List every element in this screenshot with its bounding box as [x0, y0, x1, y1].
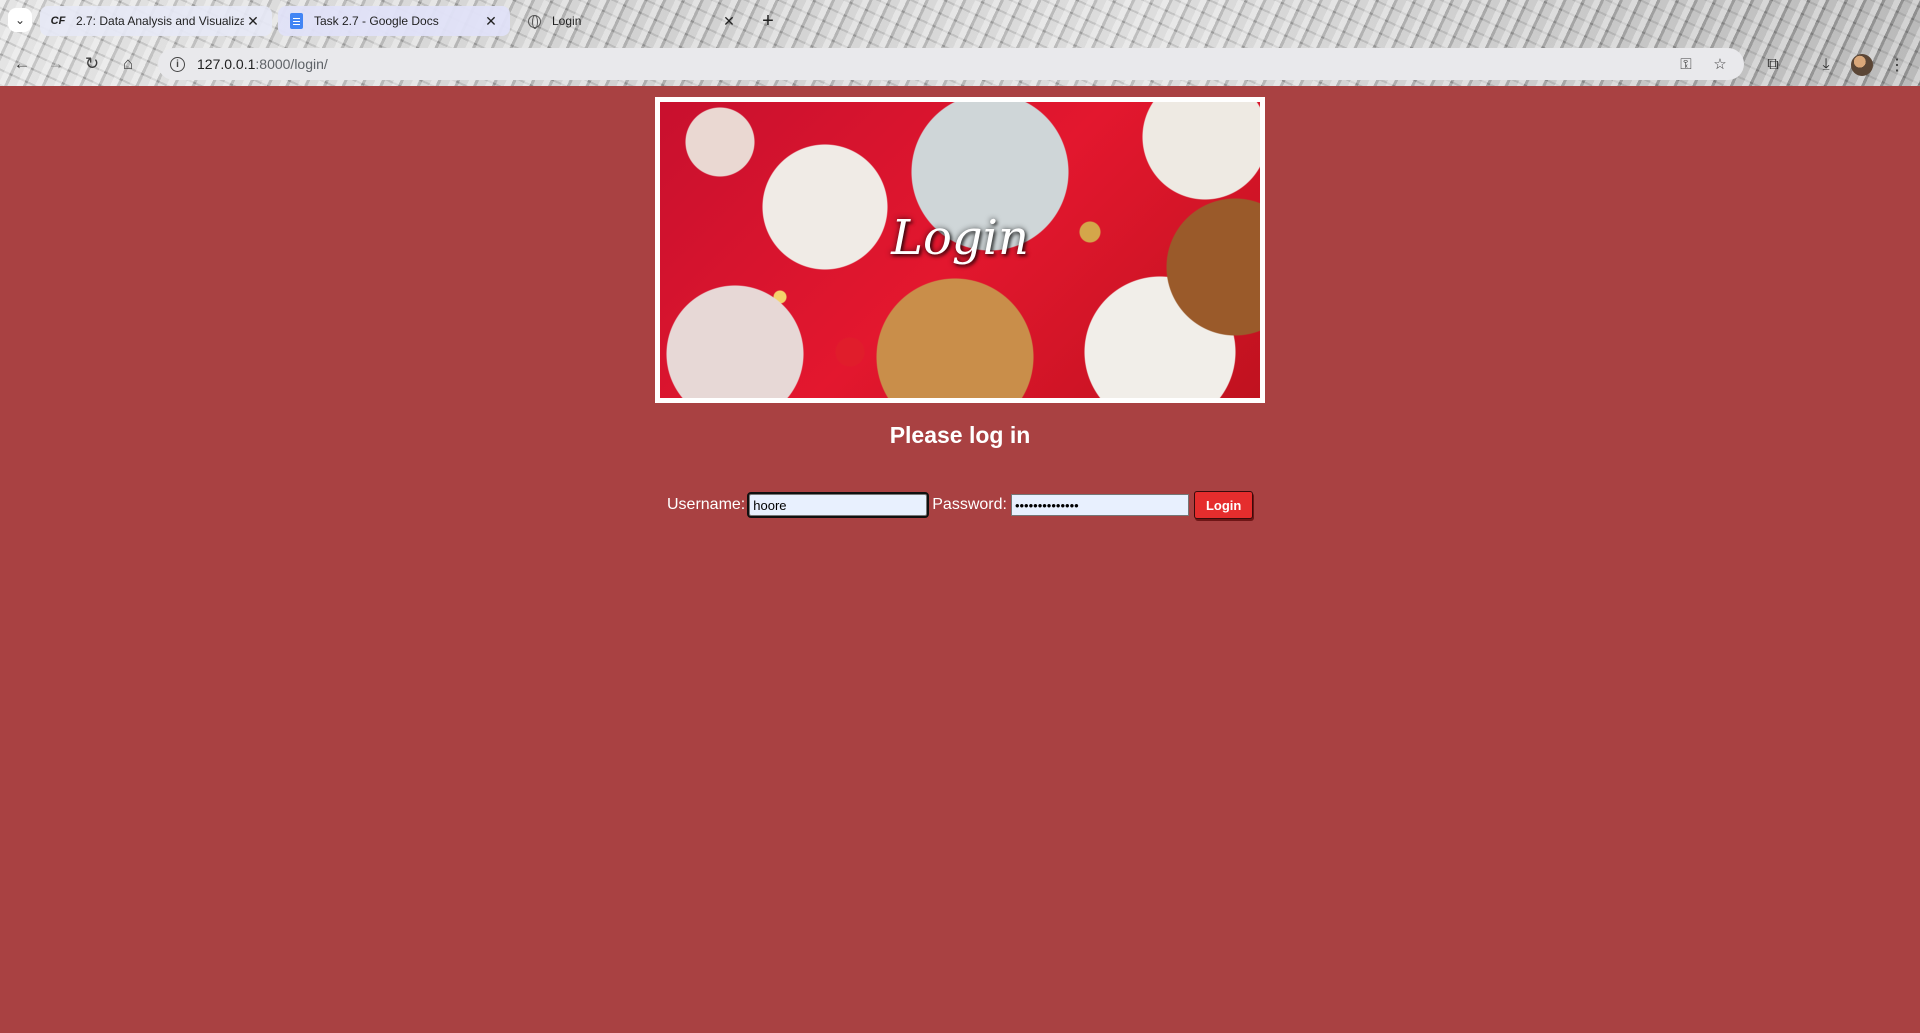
cf-favicon-icon: CF — [50, 15, 66, 27]
login-button[interactable]: Login — [1193, 491, 1254, 519]
browser-toolbar: ← → ↻ ⌂ i 127.0.0.1:8000/login/ ⚿ ☆ ⧉ ⤓ … — [0, 44, 1920, 84]
tab-strip: ⌄ CF 2.7: Data Analysis and Visualiza ✕ … — [0, 0, 1920, 42]
url-text: 127.0.0.1:8000/login/ — [197, 56, 328, 72]
google-docs-icon — [288, 13, 304, 29]
tab-google-docs[interactable]: Task 2.7 - Google Docs ✕ — [278, 6, 510, 36]
new-tab-plus-icon[interactable]: + — [756, 9, 780, 33]
reload-icon[interactable]: ↻ — [78, 50, 106, 78]
tab-data-analysis[interactable]: CF 2.7: Data Analysis and Visualiza ✕ — [40, 6, 272, 36]
download-icon[interactable]: ⤓ — [1815, 54, 1837, 76]
username-input[interactable] — [747, 492, 930, 518]
tab-title: 2.7: Data Analysis and Visualiza — [76, 14, 244, 28]
banner-title: Login — [891, 210, 1029, 266]
chinese-food-banner-image: Login — [660, 102, 1260, 398]
extensions-puzzle-icon[interactable]: ⧉ — [1762, 54, 1784, 76]
profile-avatar[interactable] — [1851, 54, 1873, 76]
close-tab-icon[interactable]: ✕ — [720, 12, 738, 30]
login-banner: Login — [655, 97, 1265, 403]
tab-search-chevron-icon[interactable]: ⌄ — [8, 8, 32, 32]
tab-login[interactable]: Login ✕ — [516, 6, 748, 36]
password-label: Password: — [932, 496, 1007, 513]
back-arrow-icon[interactable]: ← — [8, 50, 36, 78]
bookmark-star-icon[interactable]: ☆ — [1710, 54, 1730, 74]
address-bar[interactable]: i 127.0.0.1:8000/login/ ⚿ ☆ — [158, 48, 1744, 80]
tab-title: Task 2.7 - Google Docs — [314, 14, 439, 28]
browser-chrome: ⌄ CF 2.7: Data Analysis and Visualiza ✕ … — [0, 0, 1920, 86]
forward-arrow-icon[interactable]: → — [42, 50, 70, 78]
close-tab-icon[interactable]: ✕ — [244, 12, 262, 30]
close-tab-icon[interactable]: ✕ — [482, 12, 500, 30]
tab-title: Login — [552, 14, 582, 28]
login-form: Username: Password: Login — [667, 491, 1254, 519]
menu-kebab-icon[interactable]: ⋮ — [1886, 54, 1908, 76]
password-input[interactable] — [1010, 494, 1189, 516]
password-key-icon[interactable]: ⚿ — [1676, 54, 1696, 74]
site-info-icon[interactable]: i — [170, 56, 185, 72]
globe-icon — [526, 13, 542, 29]
page-heading: Please log in — [889, 422, 1031, 448]
username-label: Username: — [667, 496, 746, 513]
home-icon[interactable]: ⌂ — [114, 50, 142, 78]
